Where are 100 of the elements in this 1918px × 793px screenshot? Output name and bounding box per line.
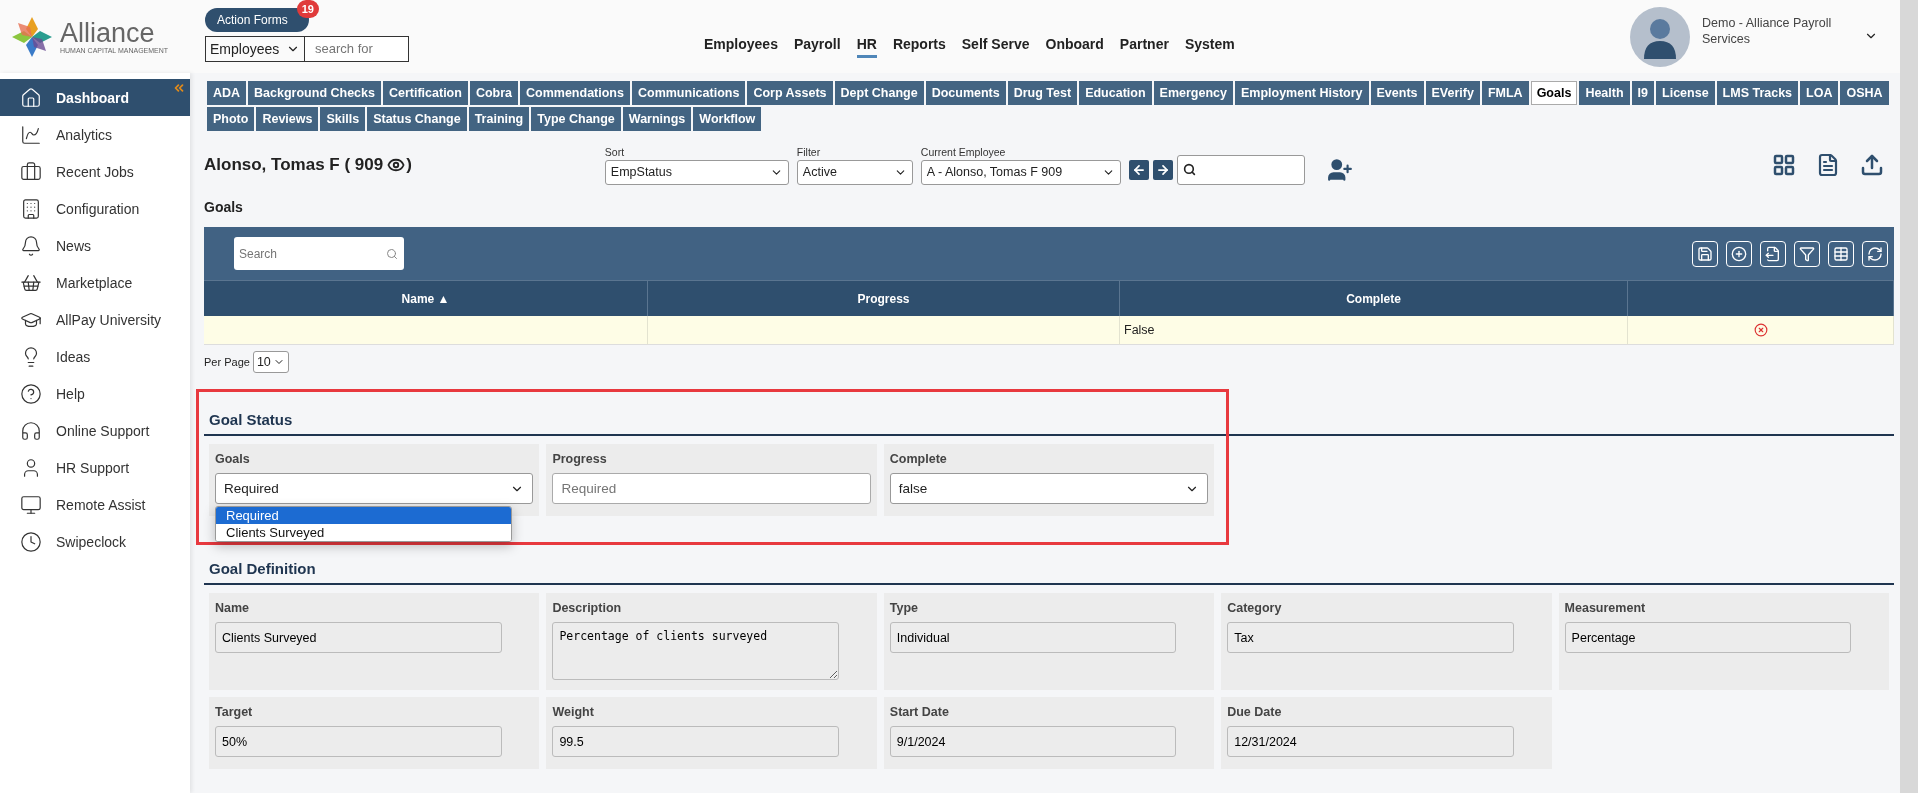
filter-icon[interactable] xyxy=(1794,240,1820,267)
nav-link[interactable]: System xyxy=(1184,35,1235,58)
employee-search-field[interactable] xyxy=(1176,154,1305,185)
search-field[interactable]: search for xyxy=(305,35,409,62)
input-field[interactable]: Required xyxy=(552,473,871,504)
tab[interactable]: LOA xyxy=(1800,81,1839,105)
sidebar-item[interactable]: HR Support xyxy=(0,449,190,486)
tab[interactable]: ADA xyxy=(207,81,247,105)
sidebar-item[interactable]: Recent Jobs xyxy=(0,153,190,190)
sidebar-item[interactable]: Remote Assist xyxy=(0,486,190,523)
dropdown-option[interactable]: Clients Surveyed xyxy=(216,524,511,541)
tab[interactable]: Communications xyxy=(631,81,746,105)
tab[interactable]: Warnings xyxy=(622,107,692,131)
nav-link[interactable]: Partner xyxy=(1119,35,1169,58)
refresh-icon[interactable] xyxy=(1862,240,1888,267)
tab[interactable]: Type Change xyxy=(531,107,621,131)
tab[interactable]: Corp Assets xyxy=(747,81,833,105)
clock-icon xyxy=(20,530,42,553)
sidebar-item[interactable]: Swipeclock xyxy=(0,523,190,560)
input-field[interactable]: Clients Surveyed xyxy=(215,622,502,653)
text-area[interactable]: Percentage of clients surveyed xyxy=(552,622,839,680)
tab[interactable]: Dept Change xyxy=(834,81,924,105)
tab[interactable]: Education xyxy=(1079,81,1152,105)
section-title: Goal Status xyxy=(204,411,1894,436)
tab[interactable]: Photo xyxy=(207,107,255,131)
tab[interactable]: Emergency xyxy=(1153,81,1233,105)
eye-icon[interactable] xyxy=(387,156,406,174)
document-icon[interactable] xyxy=(1816,153,1840,177)
tab[interactable]: Background Checks xyxy=(248,81,381,105)
tab[interactable]: Status Change xyxy=(367,107,467,131)
tab[interactable]: Reviews xyxy=(256,107,319,131)
sidebar-item[interactable]: Help xyxy=(0,375,190,412)
input-field[interactable]: Tax xyxy=(1227,622,1514,653)
nav-link[interactable]: Employees xyxy=(704,35,778,58)
select-field[interactable]: false xyxy=(889,473,1209,504)
add-icon[interactable] xyxy=(1726,240,1752,267)
dropdown-option[interactable]: Required xyxy=(216,507,511,524)
tab[interactable]: EVerify xyxy=(1425,81,1480,105)
scope-select[interactable]: Employees xyxy=(205,35,305,62)
delete-icon[interactable] xyxy=(1753,323,1768,337)
tab[interactable]: Cobra xyxy=(469,81,519,105)
previous-button[interactable] xyxy=(1128,159,1149,180)
field-label: Type xyxy=(889,601,920,615)
per-page-select[interactable]: 10 xyxy=(252,351,289,373)
nav-link[interactable]: HR xyxy=(856,35,877,58)
select-field[interactable]: Required xyxy=(215,473,534,504)
sidebar-item[interactable]: Ideas xyxy=(0,338,190,375)
sidebar-item[interactable]: News xyxy=(0,227,190,264)
tab[interactable]: Employment History xyxy=(1234,81,1369,105)
tab[interactable]: Workflow xyxy=(693,107,762,131)
tab[interactable]: Documents xyxy=(925,81,1006,105)
user-name: Demo - Alliance Payroll Services xyxy=(1702,14,1833,49)
sidebar-item[interactable]: AllPay University xyxy=(0,301,190,338)
nav-link[interactable]: Onboard xyxy=(1045,35,1104,58)
tab[interactable]: Commendations xyxy=(520,81,630,105)
sidebar-item[interactable]: Marketplace xyxy=(0,264,190,301)
tab[interactable]: Certification xyxy=(382,81,468,105)
table-icon[interactable] xyxy=(1828,240,1854,267)
tab[interactable]: Skills xyxy=(320,107,366,131)
export-icon[interactable] xyxy=(1760,240,1786,267)
column-header[interactable]: Complete xyxy=(1120,280,1628,316)
input-field[interactable]: 9/1/2024 xyxy=(889,726,1177,757)
column-header[interactable]: Name ▲ xyxy=(204,280,648,316)
sort-select[interactable]: EmpStatus xyxy=(604,159,789,185)
field-label: Complete xyxy=(889,452,948,466)
tab[interactable]: LMS Tracks xyxy=(1716,81,1799,105)
tab[interactable]: Goals xyxy=(1530,81,1578,105)
tab[interactable]: OSHA xyxy=(1840,81,1889,105)
tab[interactable]: FMLA xyxy=(1481,81,1529,105)
next-button[interactable] xyxy=(1152,159,1173,180)
nav-link[interactable]: Reports xyxy=(892,35,946,58)
save-icon[interactable] xyxy=(1692,240,1718,267)
sidebar-item[interactable]: Dashboard xyxy=(0,79,190,116)
input-field[interactable]: Individual xyxy=(889,622,1177,653)
sidebar-item[interactable]: Analytics xyxy=(0,116,190,153)
tab[interactable]: Training xyxy=(468,107,530,131)
sidebar-item[interactable]: Online Support xyxy=(0,412,190,449)
tab[interactable]: License xyxy=(1656,81,1715,105)
input-field[interactable]: 12/31/2024 xyxy=(1227,726,1514,757)
field-label: Start Date xyxy=(889,705,950,719)
sidebar-item[interactable]: Configuration xyxy=(0,190,190,227)
tab[interactable]: Events xyxy=(1370,81,1424,105)
upload-icon[interactable] xyxy=(1860,153,1884,177)
nav-link[interactable]: Payroll xyxy=(793,35,841,58)
collapse-icon[interactable] xyxy=(172,81,186,95)
input-field[interactable]: 99.5 xyxy=(552,726,839,757)
filter-select[interactable]: Active xyxy=(796,159,913,185)
column-header[interactable]: Progress xyxy=(648,280,1120,316)
field-label: Due Date xyxy=(1227,705,1283,719)
add-user-icon[interactable] xyxy=(1326,156,1353,183)
nav-link[interactable]: Self Serve xyxy=(961,35,1030,58)
input-field[interactable]: 50% xyxy=(215,726,502,757)
input-field[interactable]: Percentage xyxy=(1564,622,1852,653)
employee-select[interactable]: A - Alonso, Tomas F 909 xyxy=(920,159,1121,185)
table-search-field[interactable]: Search xyxy=(234,237,404,270)
tab[interactable]: Health xyxy=(1579,81,1630,105)
tab[interactable]: I9 xyxy=(1631,81,1655,105)
notification-badge: 19 xyxy=(296,0,319,18)
tab[interactable]: Drug Test xyxy=(1007,81,1078,105)
grid-icon[interactable] xyxy=(1772,153,1796,177)
